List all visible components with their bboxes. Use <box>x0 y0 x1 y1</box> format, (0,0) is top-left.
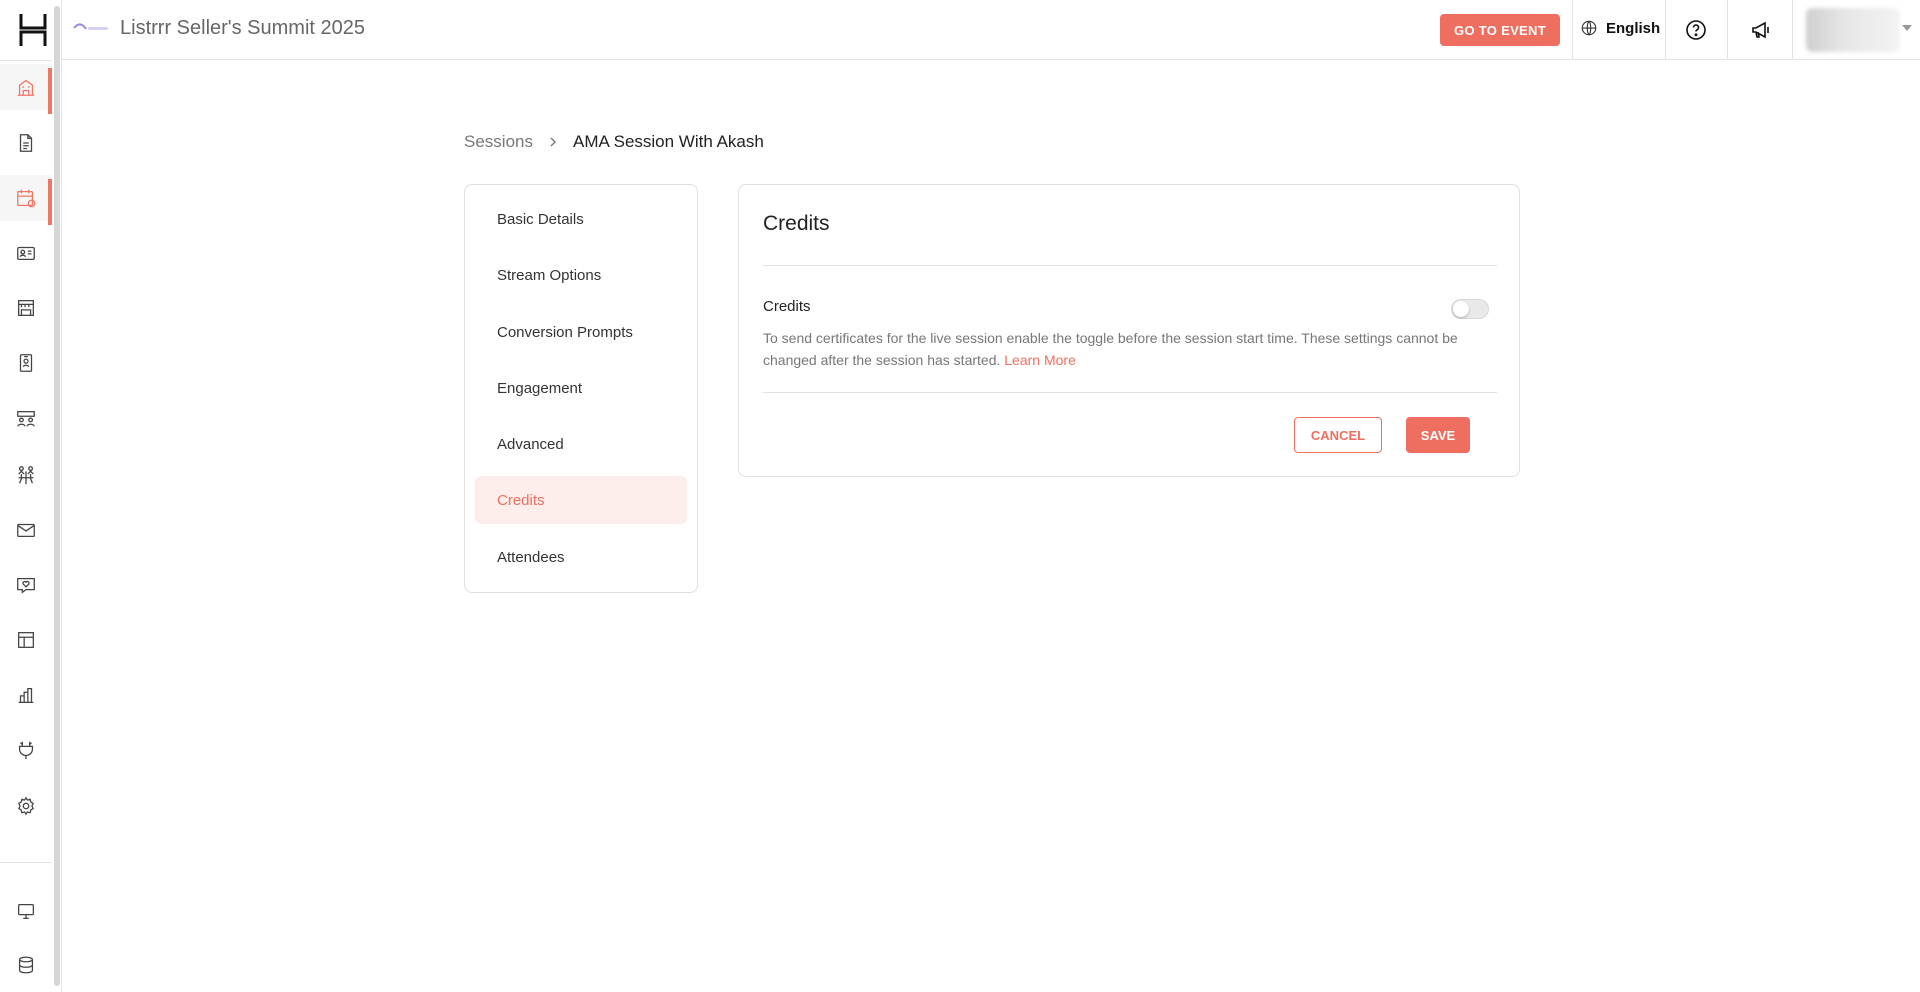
sidebar-item-networking[interactable] <box>0 452 52 498</box>
breadcrumb-current: AMA Session With Akash <box>572 132 764 151</box>
credits-description-text: To send certificates for the live sessio… <box>763 330 1458 368</box>
divider <box>763 392 1497 393</box>
sidebar-item-event-home[interactable] <box>0 64 52 114</box>
language-selector[interactable]: English <box>1580 19 1660 37</box>
save-button[interactable]: SAVE <box>1406 417 1470 453</box>
panel-title: Credits <box>763 212 830 235</box>
cancel-button[interactable]: CANCEL <box>1294 417 1382 453</box>
sidebar-item-documents[interactable] <box>0 120 52 166</box>
id-card-icon <box>17 246 35 261</box>
menu-item-engagement[interactable]: Engagement <box>475 364 687 412</box>
user-avatar[interactable] <box>1806 8 1900 52</box>
event-logo <box>73 23 108 30</box>
credits-toggle-label: Credits <box>763 298 811 315</box>
sidebar-scrollbar[interactable] <box>54 6 60 986</box>
sidebar-item-present[interactable] <box>0 888 52 934</box>
sidebar-item-database[interactable] <box>0 942 52 988</box>
credits-toggle[interactable] <box>1451 299 1489 319</box>
globe-icon <box>1581 20 1597 36</box>
bar-chart-icon <box>18 687 34 703</box>
app-logo[interactable] <box>19 12 47 48</box>
menu-item-basic-details[interactable]: Basic Details <box>475 195 687 243</box>
divider <box>763 265 1497 266</box>
menu-item-conversion-prompts[interactable]: Conversion Prompts <box>475 308 687 356</box>
sidebar-item-booths[interactable] <box>0 285 52 331</box>
menu-item-stream-options[interactable]: Stream Options <box>475 251 687 299</box>
help-icon <box>1686 20 1706 40</box>
menu-item-attendees[interactable]: Attendees <box>475 533 687 581</box>
sidebar-item-settings[interactable] <box>0 783 52 829</box>
session-settings-menu: Basic Details Stream Options Conversion … <box>464 184 698 593</box>
layout-icon <box>18 632 34 648</box>
sidebar-item-attendees[interactable] <box>0 396 52 442</box>
chat-heart-icon <box>17 577 35 594</box>
chevron-right-icon <box>547 136 559 148</box>
sidebar-item-speakers[interactable] <box>0 230 52 276</box>
top-bar: Listrrr Seller's Summit 2025 GO TO EVENT… <box>62 0 1920 60</box>
sidebar-item-emails[interactable] <box>0 507 52 553</box>
menu-item-advanced[interactable]: Advanced <box>475 420 687 468</box>
toggle-knob <box>1453 301 1469 317</box>
sidebar-item-badges[interactable] <box>0 340 52 386</box>
building-icon <box>17 79 35 96</box>
sidebar-item-engagement[interactable] <box>0 562 52 608</box>
help-button[interactable] <box>1682 16 1710 44</box>
sidebar-item-analytics[interactable] <box>0 672 52 718</box>
breadcrumb-sessions-link[interactable]: Sessions <box>464 132 533 152</box>
event-title: Listrrr Seller's Summit 2025 <box>120 17 365 39</box>
document-icon <box>19 134 33 152</box>
badge-icon <box>19 354 33 372</box>
monitor-icon <box>18 903 34 919</box>
people-group-icon <box>17 411 35 427</box>
sidebar-item-integrations[interactable] <box>0 727 52 773</box>
sidebar-item-layout[interactable] <box>0 617 52 663</box>
credits-panel: Credits Credits To send certificates for… <box>738 184 1520 477</box>
menu-item-credits[interactable]: Credits <box>475 476 687 524</box>
sidebar <box>0 0 62 992</box>
plug-icon <box>18 741 34 760</box>
breadcrumb: Sessions AMA Session With Akash <box>464 132 764 152</box>
chevron-down-icon[interactable] <box>1902 25 1912 31</box>
sidebar-item-sessions[interactable] <box>0 175 52 225</box>
mail-icon <box>17 523 35 538</box>
database-icon <box>18 956 34 974</box>
calendar-icon <box>17 189 36 208</box>
announcements-button[interactable] <box>1747 16 1775 44</box>
learn-more-link[interactable]: Learn More <box>1004 352 1076 368</box>
credits-description: To send certificates for the live sessio… <box>763 327 1493 371</box>
megaphone-icon <box>1752 21 1769 39</box>
go-to-event-button[interactable]: GO TO EVENT <box>1440 14 1560 46</box>
language-label: English <box>1606 19 1661 37</box>
networking-icon <box>18 466 34 485</box>
gear-icon <box>18 796 34 816</box>
booth-icon <box>18 300 34 316</box>
